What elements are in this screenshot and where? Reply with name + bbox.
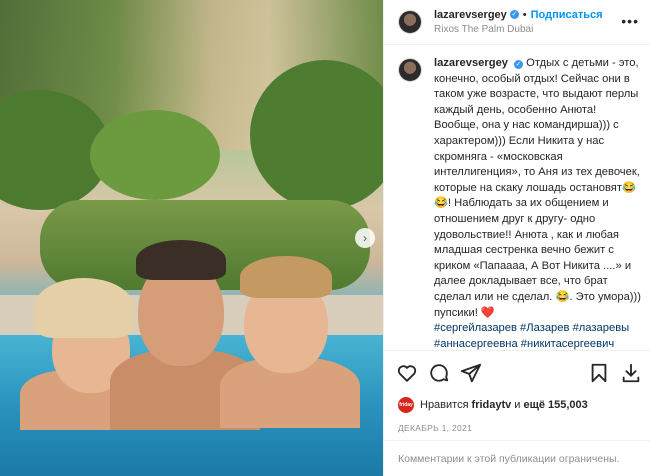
photo-girl-hair: [34, 278, 134, 338]
caption-body: lazarevsergey ✓ Отдых с детьми - это, кон…: [434, 56, 641, 356]
avatar[interactable]: [398, 10, 422, 34]
hashtag-list: #сергейлазарев #Лазарев #лазаревы #аннас…: [434, 321, 641, 352]
hashtag-link[interactable]: #Лазарев: [520, 322, 569, 334]
likes-prefix: Нравится: [420, 399, 469, 411]
chevron-right-icon: ›: [363, 231, 367, 245]
divider: [384, 350, 650, 351]
liker-avatar[interactable]: friday: [398, 397, 414, 413]
likes-conjunction: и: [514, 399, 521, 411]
hashtag-link[interactable]: #лазаревы: [573, 322, 630, 334]
follow-button[interactable]: Подписаться: [531, 8, 603, 22]
post-photo[interactable]: ›: [0, 0, 383, 476]
caption-username[interactable]: lazarevsergey: [434, 57, 508, 69]
hashtag-link[interactable]: #сергейлазарев: [434, 322, 517, 334]
action-bar: [384, 358, 650, 388]
caption-avatar[interactable]: [398, 58, 422, 82]
caption-area[interactable]: lazarevsergey ✓ Отдых с детьми - это, кон…: [384, 56, 650, 356]
hashtag-link[interactable]: #аннасергеевна: [434, 338, 518, 350]
more-icon[interactable]: •••: [621, 13, 639, 29]
photo-foliage: [250, 60, 383, 210]
heart-icon[interactable]: [396, 362, 418, 384]
liker-username[interactable]: fridaytv: [472, 399, 512, 411]
caption-text: Отдых с детьми - это, конечно, особый от…: [434, 57, 641, 319]
comment-icon[interactable]: [428, 362, 450, 384]
post-side-panel: lazarevsergey ✓ • Подписаться Rixos The …: [383, 0, 650, 476]
likes-summary[interactable]: friday Нравится fridaytv и ещё 155,003: [398, 396, 588, 414]
comments-restricted-notice: Комментарии к этой публикации ограничены…: [384, 440, 650, 476]
likes-count[interactable]: ещё 155,003: [523, 399, 587, 411]
hashtag-link[interactable]: #никитасергеевич: [521, 338, 614, 350]
bookmark-icon[interactable]: [588, 362, 610, 384]
post-date[interactable]: ДЕКАБРЬ 1, 2021: [398, 423, 472, 433]
verified-badge-icon: ✓: [514, 60, 524, 70]
carousel-next-button[interactable]: ›: [355, 228, 375, 248]
verified-badge-icon: ✓: [509, 10, 519, 19]
location-link[interactable]: Rixos The Palm Dubai: [434, 23, 603, 37]
share-icon[interactable]: [460, 362, 482, 384]
post-header: lazarevsergey ✓ • Подписаться Rixos The …: [384, 0, 650, 45]
header-username[interactable]: lazarevsergey: [434, 8, 507, 22]
header-separator: •: [522, 8, 527, 21]
photo-boy-hair: [240, 256, 332, 298]
photo-foliage: [90, 110, 220, 200]
photo-man-hair: [136, 240, 226, 280]
download-icon[interactable]: [620, 362, 642, 384]
caption: lazarevsergey ✓ Отдых с детьми - это, кон…: [398, 56, 641, 356]
